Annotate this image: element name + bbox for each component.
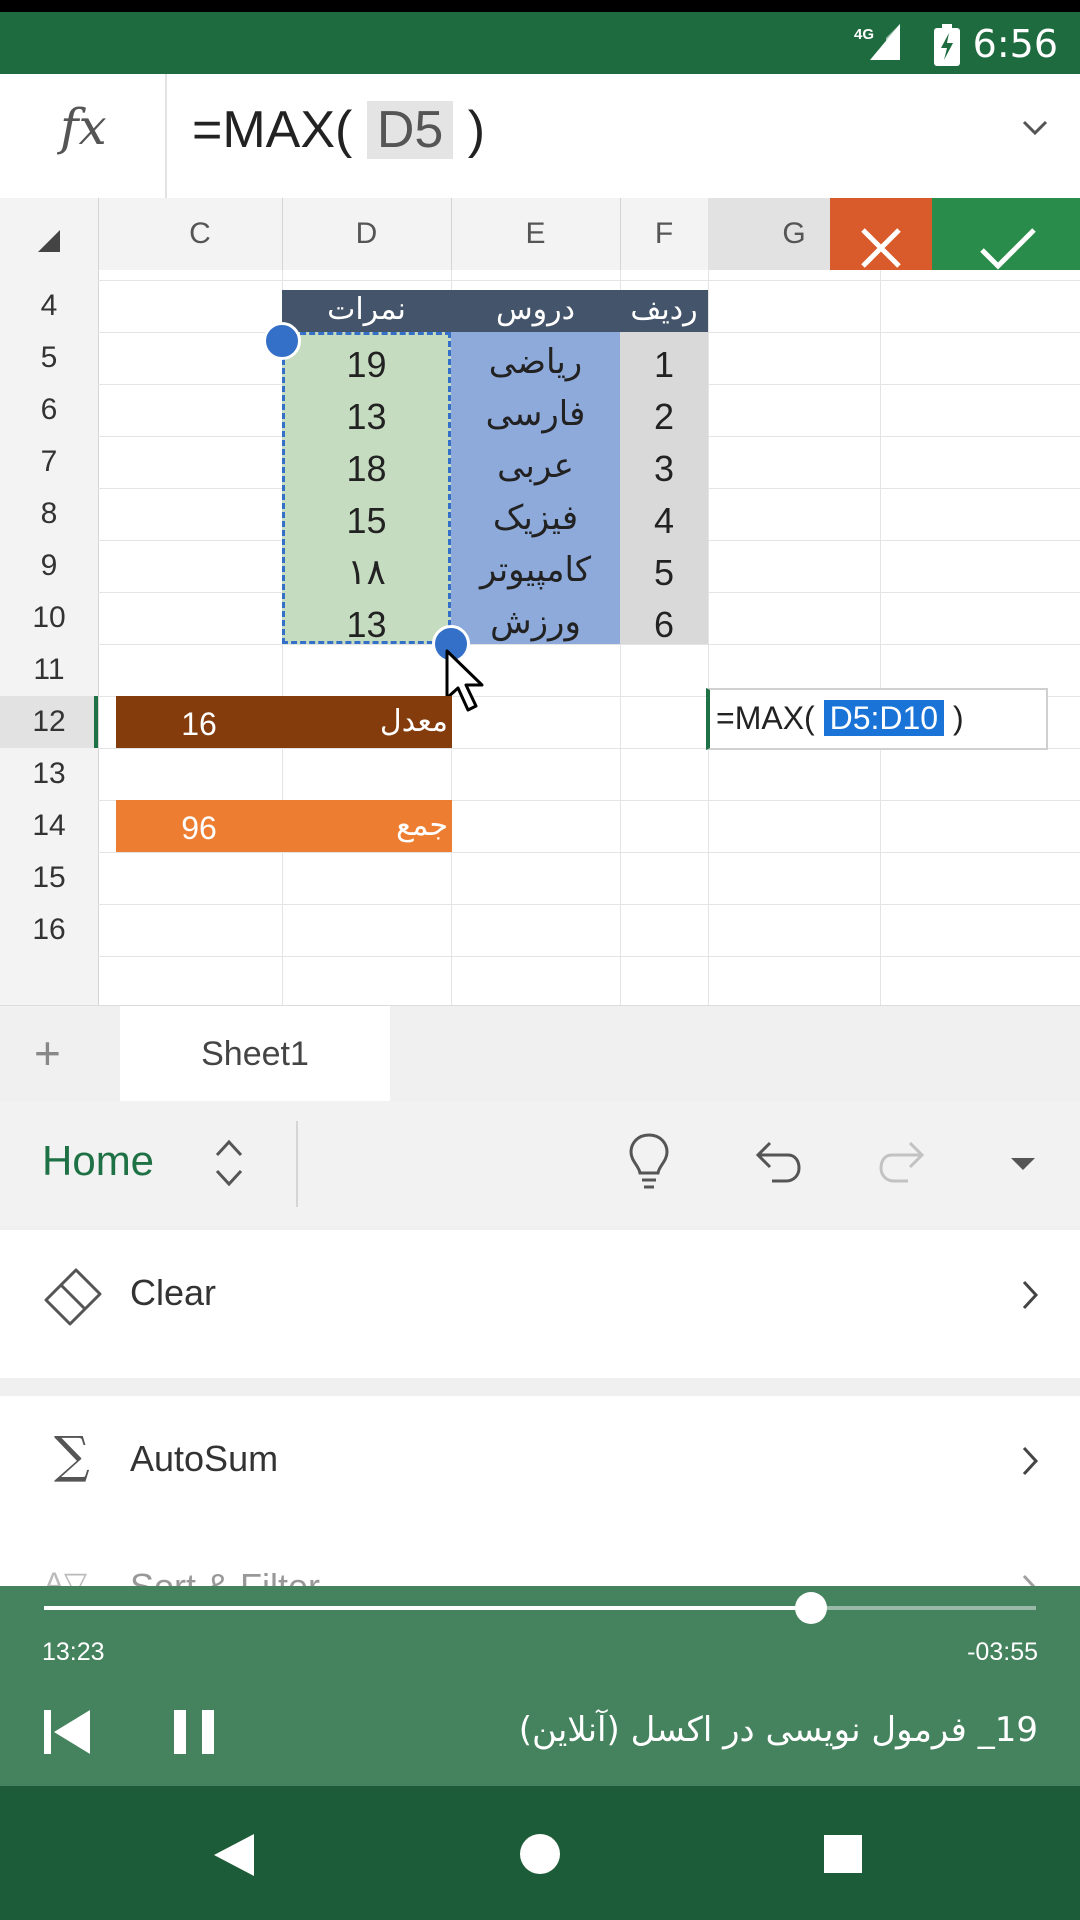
seek-bar-progress [44, 1606, 811, 1610]
row-header-9[interactable]: 9 [0, 540, 98, 592]
video-player-controls: 13:23 -03:55 19_ فرمول نویسی در اکسل (آن… [0, 1586, 1080, 1786]
row-header-5[interactable]: 5 [0, 332, 98, 384]
formula-prefix: =MAX( [192, 101, 353, 159]
eraser-icon [44, 1268, 102, 1326]
formula-suffix: ) [467, 101, 486, 159]
clear-command[interactable]: Clear [0, 1230, 1080, 1360]
redo-icon[interactable] [878, 1139, 928, 1185]
signal-icon [870, 24, 900, 60]
up-down-chevron-icon[interactable] [212, 1135, 246, 1191]
row-header-6[interactable]: 6 [0, 384, 98, 436]
autosum-command[interactable]: ∑ AutoSum [0, 1396, 1080, 1526]
row-header-14[interactable]: 14 [0, 800, 98, 852]
formula-cell-reference: D5 [366, 101, 454, 159]
command-list: Clear ∑ AutoSum A▽ Sort & Filter [0, 1226, 1080, 1586]
row-header-10[interactable]: 10 [0, 592, 98, 644]
status-bar-top-edge [0, 0, 1080, 12]
column-header-e[interactable]: E [451, 198, 621, 270]
sigma-icon: ∑ [54, 1426, 90, 1484]
autosum-label: AutoSum [130, 1438, 279, 1479]
battery-charging-icon [934, 24, 960, 66]
row-header-7[interactable]: 7 [0, 436, 98, 488]
lightbulb-icon[interactable] [626, 1131, 672, 1193]
grades-header: نمرات [327, 292, 406, 327]
sheet-tab[interactable]: Sheet1 [120, 1006, 390, 1102]
row-header-11[interactable]: 11 [0, 644, 98, 696]
edit-prefix: =MAX( [716, 700, 815, 736]
sort-filter-icon: A▽ [44, 1567, 88, 1586]
add-sheet-button[interactable]: + [34, 1026, 61, 1080]
row-header-4[interactable]: 4 [0, 280, 98, 332]
elapsed-time: 13:23 [42, 1638, 105, 1666]
column-header-d[interactable]: D [282, 198, 452, 270]
index-cell[interactable]: 1 [620, 344, 708, 386]
range-selection[interactable] [282, 332, 451, 644]
subject-cell[interactable]: ریاضی [451, 342, 620, 382]
status-bar: 4G 6:56 [0, 12, 1080, 74]
index-cell[interactable]: 5 [620, 552, 708, 594]
selection-handle-top[interactable] [263, 322, 301, 360]
chevron-down-icon[interactable] [1020, 118, 1050, 138]
skip-previous-icon[interactable] [42, 1708, 92, 1756]
subject-cell[interactable]: کامپیوتر [451, 550, 620, 590]
active-cell-editor[interactable]: =MAX( D5:D10 ) [706, 688, 1048, 750]
home-icon[interactable] [518, 1832, 562, 1876]
edit-range: D5:D10 [823, 700, 945, 736]
subject-cell[interactable]: ورزش [451, 602, 620, 642]
column-header-c[interactable]: C [118, 198, 283, 270]
navigation-bar [0, 1786, 1080, 1920]
chevron-right-icon [1022, 1574, 1036, 1586]
clock: 6:56 [972, 22, 1058, 66]
column-header-f[interactable]: F [620, 198, 709, 270]
seek-bar[interactable] [44, 1592, 1036, 1624]
recents-icon[interactable] [823, 1834, 863, 1874]
average-value[interactable]: 16 [116, 706, 282, 743]
sheet-tabs-bar: + Sheet1 [0, 1005, 1080, 1102]
average-label[interactable]: معدل [282, 704, 448, 739]
video-title: 19_ فرمول نویسی در اکسل (آنلاین) [518, 1710, 1038, 1750]
formula-bar[interactable]: fx =MAX( D5 ) [0, 74, 1080, 200]
checkmark-icon [980, 228, 1036, 270]
close-icon [861, 228, 901, 268]
edit-suffix: ) [952, 700, 964, 736]
subjects-header: دروس [496, 292, 575, 327]
row-header-12[interactable]: 12 [0, 696, 98, 748]
row-header-15[interactable]: 15 [0, 852, 98, 904]
dropdown-arrow-icon[interactable] [1008, 1156, 1038, 1172]
formula-bar-divider [165, 74, 167, 198]
sort-filter-label: Sort & Filter [130, 1566, 320, 1586]
subject-cell[interactable]: فارسی [451, 394, 620, 434]
chevron-right-icon [1022, 1446, 1039, 1476]
subject-cell[interactable]: فیزیک [451, 498, 620, 538]
clear-label: Clear [130, 1272, 217, 1313]
undo-icon[interactable] [752, 1139, 802, 1185]
subject-cell[interactable]: عربی [451, 446, 620, 486]
index-cell[interactable]: 2 [620, 396, 708, 438]
sum-value[interactable]: 96 [116, 810, 282, 847]
sum-label[interactable]: جمع [282, 808, 448, 843]
row-header-13[interactable]: 13 [0, 748, 98, 800]
index-cell[interactable]: 4 [620, 500, 708, 542]
row-header-8[interactable]: 8 [0, 488, 98, 540]
index-header: ردیف [630, 292, 698, 327]
function-icon[interactable]: fx [60, 98, 107, 156]
ribbon-tab-selector[interactable]: Home [42, 1137, 154, 1185]
seek-bar-thumb[interactable] [794, 1592, 827, 1624]
ribbon-bar: Home [0, 1101, 1080, 1228]
select-all-icon[interactable] [36, 228, 62, 254]
pause-icon[interactable] [172, 1708, 216, 1756]
index-cell[interactable]: 3 [620, 448, 708, 490]
row-header-16[interactable]: 16 [0, 904, 98, 956]
sort-filter-command[interactable]: A▽ Sort & Filter [0, 1544, 1080, 1586]
remaining-time: -03:55 [967, 1638, 1038, 1666]
formula-input[interactable]: =MAX( D5 ) [192, 100, 485, 160]
index-cell[interactable]: 6 [620, 604, 708, 646]
back-icon[interactable] [212, 1832, 256, 1878]
chevron-right-icon [1022, 1280, 1039, 1310]
spreadsheet-grid[interactable]: 4 5 6 7 8 9 10 11 12 13 14 15 16 نمرات د… [0, 270, 1080, 1005]
